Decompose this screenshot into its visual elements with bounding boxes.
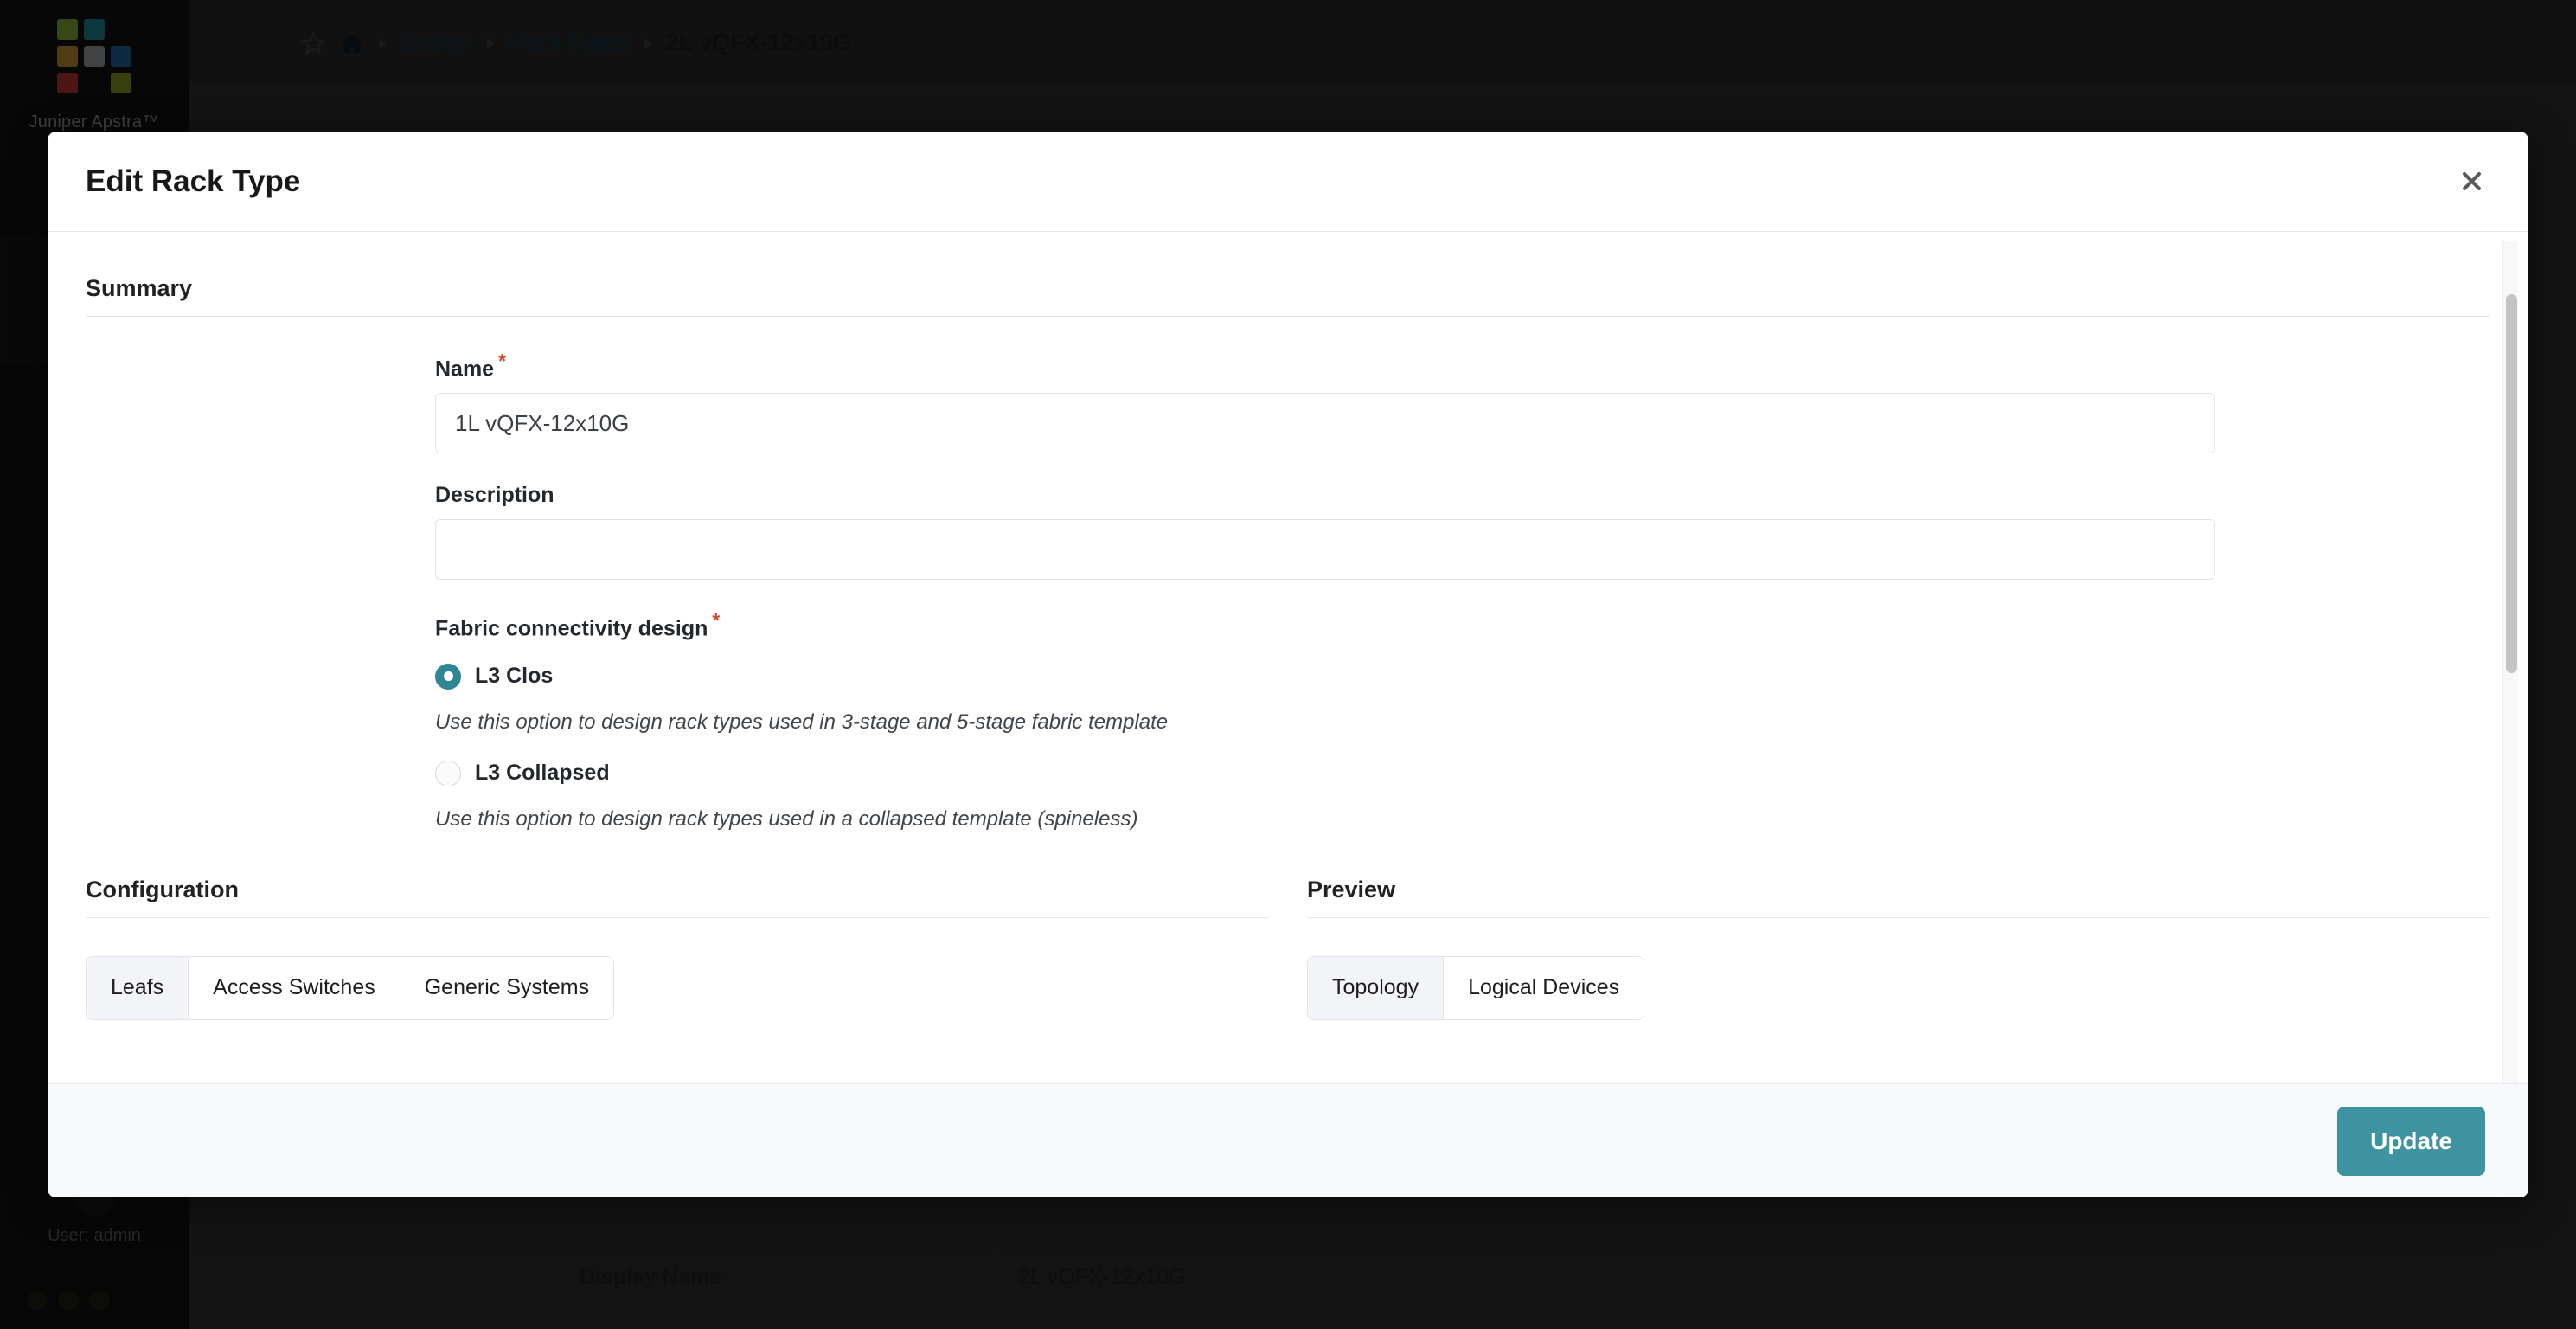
name-label: Name * — [435, 350, 506, 382]
page-title: Edit Rack Type — [86, 164, 301, 198]
edit-rack-type-modal: Edit Rack Type Summary Name* Description — [48, 132, 2528, 1197]
tab-generic-systems[interactable]: Generic Systems — [400, 956, 614, 1019]
radio-help-l3-collapsed: Use this option to design rack types use… — [435, 806, 1138, 831]
modal-body: Summary Name* Description Fabric connect… — [48, 232, 2528, 1083]
description-label: Description — [435, 483, 554, 508]
radio-help-l3-clos: Use this option to design rack types use… — [435, 709, 1169, 734]
fabric-connectivity-field-block: Fabric connectivity design * L3 Clos Use … — [435, 609, 2490, 831]
close-icon[interactable] — [2452, 163, 2490, 201]
configuration-section-heading: Configuration — [86, 876, 1269, 918]
fabric-label-text: Fabric connectivity design — [435, 616, 708, 641]
radio-button-unselected-icon[interactable] — [435, 760, 461, 786]
configuration-column: Configuration Leafs Access Switches Gene… — [86, 876, 1269, 1020]
tab-leafs[interactable]: Leafs — [87, 956, 189, 1019]
radio-label-l3-collapsed: L3 Collapsed — [475, 761, 610, 786]
configuration-preview-columns: Configuration Leafs Access Switches Gene… — [86, 876, 2490, 1020]
radio-option-l3-collapsed[interactable]: L3 Collapsed — [435, 760, 2490, 786]
preview-section-heading: Preview — [1307, 876, 2490, 918]
required-marker: * — [498, 350, 507, 372]
configuration-tabs: Leafs Access Switches Generic Systems — [86, 955, 615, 1020]
tab-topology[interactable]: Topology — [1308, 956, 1445, 1019]
scrollbar-thumb[interactable] — [2506, 294, 2517, 673]
preview-column: Preview Topology Logical Devices — [1307, 876, 2490, 1020]
name-input[interactable] — [435, 393, 2215, 454]
required-marker: * — [712, 609, 721, 632]
tab-logical-devices[interactable]: Logical Devices — [1444, 956, 1644, 1019]
preview-tabs: Topology Logical Devices — [1307, 955, 1645, 1020]
tab-access-switches[interactable]: Access Switches — [189, 956, 400, 1019]
summary-section-heading: Summary — [86, 275, 2490, 317]
fabric-connectivity-label: Fabric connectivity design * — [435, 609, 720, 641]
name-field-block: Name * — [435, 350, 2490, 454]
radio-button-selected-icon[interactable] — [435, 663, 461, 690]
modal-scrollbar[interactable] — [2502, 241, 2518, 1083]
radio-option-l3-clos[interactable]: L3 Clos — [435, 663, 2490, 690]
name-label-text: Name — [435, 356, 495, 382]
description-field-block: Description — [435, 483, 2490, 581]
modal-footer: Update — [48, 1083, 2528, 1197]
update-button[interactable]: Update — [2337, 1106, 2485, 1176]
summary-form: Name* Description Fabric connectivity de… — [86, 350, 2490, 831]
modal-header: Edit Rack Type — [48, 132, 2528, 232]
description-input[interactable] — [435, 519, 2215, 581]
radio-label-l3-clos: L3 Clos — [475, 664, 554, 689]
